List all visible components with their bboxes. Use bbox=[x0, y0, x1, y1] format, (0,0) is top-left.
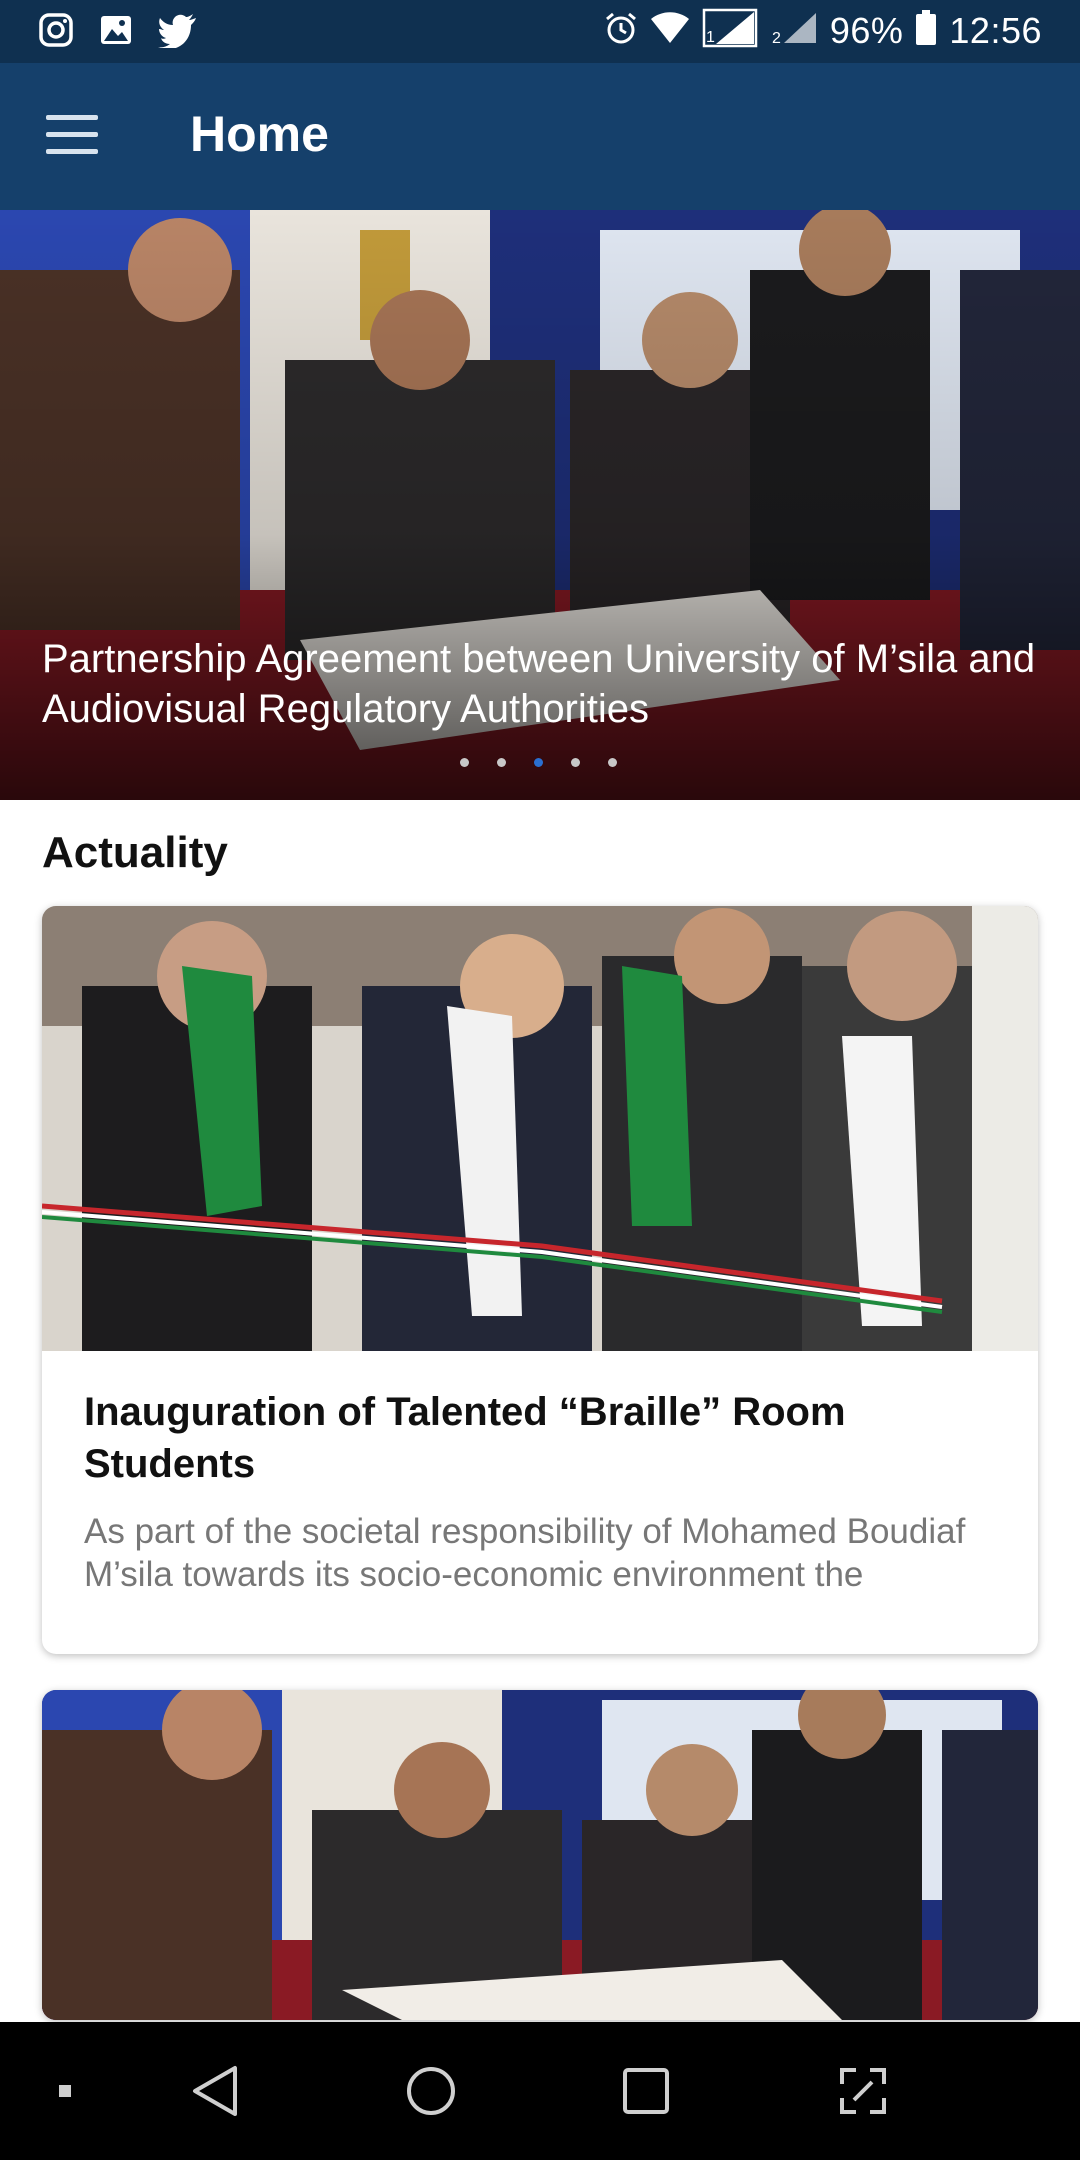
system-navigation-bar bbox=[0, 2022, 1080, 2160]
wifi-icon bbox=[650, 11, 690, 50]
news-card[interactable]: Inauguration of Talented “Braille” Room … bbox=[42, 906, 1038, 1654]
battery-percent: 96% bbox=[829, 9, 904, 51]
carousel-dot[interactable] bbox=[460, 758, 469, 767]
news-carousel[interactable]: Partnership Agreement between University… bbox=[0, 210, 1080, 800]
carousel-caption: Partnership Agreement between University… bbox=[42, 637, 1036, 731]
screenshot-icon[interactable] bbox=[828, 2056, 898, 2126]
news-card[interactable] bbox=[42, 1690, 1038, 2020]
gallery-icon bbox=[98, 12, 134, 53]
carousel-dot[interactable] bbox=[571, 758, 580, 767]
page-title: Home bbox=[190, 106, 329, 162]
alarm-icon bbox=[604, 11, 638, 50]
news-card-image bbox=[42, 906, 1038, 1351]
news-card-image bbox=[42, 1690, 1038, 2020]
hamburger-menu-icon[interactable] bbox=[46, 115, 98, 157]
signal-sim1-icon: 1 bbox=[702, 8, 758, 53]
svg-text:1: 1 bbox=[706, 29, 715, 46]
app-bar: Home bbox=[0, 63, 1080, 210]
back-icon[interactable] bbox=[181, 2056, 251, 2126]
carousel-dot-active[interactable] bbox=[534, 758, 543, 767]
section-title: Actuality bbox=[42, 828, 228, 877]
clock: 12:56 bbox=[949, 9, 1042, 51]
svg-text:2: 2 bbox=[772, 30, 781, 45]
news-card-title: Inauguration of Talented “Braille” Room … bbox=[84, 1390, 846, 1486]
dot-icon[interactable] bbox=[30, 2056, 100, 2126]
signal-sim2-icon: 2 bbox=[770, 11, 818, 50]
status-bar: 1 2 96% 12:56 bbox=[0, 0, 1080, 63]
recents-icon[interactable] bbox=[611, 2056, 681, 2126]
instagram-icon bbox=[38, 12, 74, 53]
carousel-indicators bbox=[460, 758, 617, 767]
home-icon[interactable] bbox=[396, 2056, 466, 2126]
twitter-icon bbox=[158, 12, 198, 53]
battery-icon bbox=[915, 10, 937, 51]
carousel-dot[interactable] bbox=[497, 758, 506, 767]
news-card-description: As part of the societal responsibility o… bbox=[84, 1512, 966, 1594]
carousel-dot[interactable] bbox=[608, 758, 617, 767]
